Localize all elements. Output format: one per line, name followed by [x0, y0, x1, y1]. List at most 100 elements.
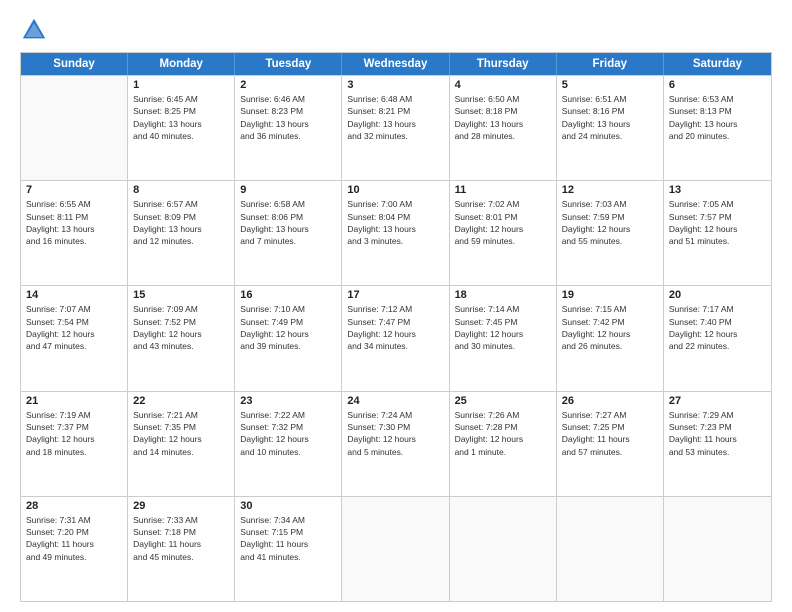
- day-info: Sunrise: 6:45 AM Sunset: 8:25 PM Dayligh…: [133, 93, 229, 142]
- day-number: 21: [26, 395, 122, 407]
- cal-cell: 1 Sunrise: 6:45 AM Sunset: 8:25 PM Daylig…: [128, 76, 235, 180]
- cal-cell: 6Sunrise: 6:53 AM Sunset: 8:13 PM Daylig…: [664, 76, 771, 180]
- day-info: Sunrise: 6:46 AM Sunset: 8:23 PM Dayligh…: [240, 93, 336, 142]
- day-number: 25: [455, 395, 551, 407]
- calendar-header: SundayMondayTuesdayWednesdayThursdayFrid…: [21, 53, 771, 75]
- day-info: Sunrise: 7:07 AM Sunset: 7:54 PM Dayligh…: [26, 303, 122, 352]
- cal-cell: 5 Sunrise: 6:51 AM Sunset: 8:16 PM Daylig…: [557, 76, 664, 180]
- day-number: 13: [669, 184, 766, 196]
- day-info: Sunrise: 6:57 AM Sunset: 8:09 PM Dayligh…: [133, 198, 229, 247]
- day-number: 29: [133, 500, 229, 512]
- day-info: Sunrise: 7:03 AM Sunset: 7:59 PM Dayligh…: [562, 198, 658, 247]
- day-info: Sunrise: 7:12 AM Sunset: 7:47 PM Dayligh…: [347, 303, 443, 352]
- day-info: Sunrise: 7:26 AM Sunset: 7:28 PM Dayligh…: [455, 409, 551, 458]
- day-info: Sunrise: 6:55 AM Sunset: 8:11 PM Dayligh…: [26, 198, 122, 247]
- cal-cell: [342, 497, 449, 601]
- day-info: Sunrise: 7:22 AM Sunset: 7:32 PM Dayligh…: [240, 409, 336, 458]
- week-row-3: 14 Sunrise: 7:07 AM Sunset: 7:54 PM Dayli…: [21, 285, 771, 390]
- day-info: Sunrise: 7:24 AM Sunset: 7:30 PM Dayligh…: [347, 409, 443, 458]
- day-info: Sunrise: 7:02 AM Sunset: 8:01 PM Dayligh…: [455, 198, 551, 247]
- day-number: 14: [26, 289, 122, 301]
- day-number: 1: [133, 79, 229, 91]
- cal-cell: [557, 497, 664, 601]
- day-info: Sunrise: 7:15 AM Sunset: 7:42 PM Dayligh…: [562, 303, 658, 352]
- day-number: 11: [455, 184, 551, 196]
- day-number: 26: [562, 395, 658, 407]
- cal-cell: [450, 497, 557, 601]
- day-info: Sunrise: 7:31 AM Sunset: 7:20 PM Dayligh…: [26, 514, 122, 563]
- week-row-1: 1 Sunrise: 6:45 AM Sunset: 8:25 PM Daylig…: [21, 75, 771, 180]
- day-number: 6: [669, 79, 766, 91]
- header: [20, 16, 772, 44]
- day-number: 3: [347, 79, 443, 91]
- day-number: 8: [133, 184, 229, 196]
- cal-cell: 17 Sunrise: 7:12 AM Sunset: 7:47 PM Dayli…: [342, 286, 449, 390]
- cal-cell: 29 Sunrise: 7:33 AM Sunset: 7:18 PM Dayli…: [128, 497, 235, 601]
- logo: [20, 16, 52, 44]
- header-cell-thursday: Thursday: [450, 53, 557, 75]
- day-number: 28: [26, 500, 122, 512]
- cal-cell: 30 Sunrise: 7:34 AM Sunset: 7:15 PM Dayli…: [235, 497, 342, 601]
- calendar-body: 1 Sunrise: 6:45 AM Sunset: 8:25 PM Daylig…: [21, 75, 771, 601]
- cal-cell: [21, 76, 128, 180]
- day-info: Sunrise: 7:34 AM Sunset: 7:15 PM Dayligh…: [240, 514, 336, 563]
- header-cell-wednesday: Wednesday: [342, 53, 449, 75]
- cal-cell: 22Sunrise: 7:21 AM Sunset: 7:35 PM Dayli…: [128, 392, 235, 496]
- day-number: 7: [26, 184, 122, 196]
- day-number: 4: [455, 79, 551, 91]
- cal-cell: 28 Sunrise: 7:31 AM Sunset: 7:20 PM Dayli…: [21, 497, 128, 601]
- page: SundayMondayTuesdayWednesdayThursdayFrid…: [0, 0, 792, 612]
- header-cell-saturday: Saturday: [664, 53, 771, 75]
- day-number: 30: [240, 500, 336, 512]
- cal-cell: 11 Sunrise: 7:02 AM Sunset: 8:01 PM Dayli…: [450, 181, 557, 285]
- cal-cell: 2 Sunrise: 6:46 AM Sunset: 8:23 PM Daylig…: [235, 76, 342, 180]
- day-info: Sunrise: 7:14 AM Sunset: 7:45 PM Dayligh…: [455, 303, 551, 352]
- cal-cell: 16Sunrise: 7:10 AM Sunset: 7:49 PM Dayli…: [235, 286, 342, 390]
- cal-cell: 9 Sunrise: 6:58 AM Sunset: 8:06 PM Daylig…: [235, 181, 342, 285]
- day-info: Sunrise: 7:33 AM Sunset: 7:18 PM Dayligh…: [133, 514, 229, 563]
- cal-cell: 19 Sunrise: 7:15 AM Sunset: 7:42 PM Dayli…: [557, 286, 664, 390]
- day-number: 24: [347, 395, 443, 407]
- day-number: 23: [240, 395, 336, 407]
- cal-cell: 20Sunrise: 7:17 AM Sunset: 7:40 PM Dayli…: [664, 286, 771, 390]
- cal-cell: 7 Sunrise: 6:55 AM Sunset: 8:11 PM Daylig…: [21, 181, 128, 285]
- day-number: 18: [455, 289, 551, 301]
- day-info: Sunrise: 6:58 AM Sunset: 8:06 PM Dayligh…: [240, 198, 336, 247]
- cal-cell: 25 Sunrise: 7:26 AM Sunset: 7:28 PM Dayli…: [450, 392, 557, 496]
- cal-cell: 4 Sunrise: 6:50 AM Sunset: 8:18 PM Daylig…: [450, 76, 557, 180]
- day-info: Sunrise: 7:00 AM Sunset: 8:04 PM Dayligh…: [347, 198, 443, 247]
- cal-cell: [664, 497, 771, 601]
- day-number: 17: [347, 289, 443, 301]
- day-number: 27: [669, 395, 766, 407]
- day-info: Sunrise: 7:05 AM Sunset: 7:57 PM Dayligh…: [669, 198, 766, 247]
- day-number: 19: [562, 289, 658, 301]
- cal-cell: 18 Sunrise: 7:14 AM Sunset: 7:45 PM Dayli…: [450, 286, 557, 390]
- cal-cell: 24 Sunrise: 7:24 AM Sunset: 7:30 PM Dayli…: [342, 392, 449, 496]
- cal-cell: 21 Sunrise: 7:19 AM Sunset: 7:37 PM Dayli…: [21, 392, 128, 496]
- day-number: 16: [240, 289, 336, 301]
- cal-cell: 15Sunrise: 7:09 AM Sunset: 7:52 PM Dayli…: [128, 286, 235, 390]
- cal-cell: 23 Sunrise: 7:22 AM Sunset: 7:32 PM Dayli…: [235, 392, 342, 496]
- day-info: Sunrise: 6:50 AM Sunset: 8:18 PM Dayligh…: [455, 93, 551, 142]
- cal-cell: 13 Sunrise: 7:05 AM Sunset: 7:57 PM Dayli…: [664, 181, 771, 285]
- cal-cell: 26Sunrise: 7:27 AM Sunset: 7:25 PM Dayli…: [557, 392, 664, 496]
- logo-icon: [20, 16, 48, 44]
- week-row-4: 21 Sunrise: 7:19 AM Sunset: 7:37 PM Dayli…: [21, 391, 771, 496]
- week-row-2: 7 Sunrise: 6:55 AM Sunset: 8:11 PM Daylig…: [21, 180, 771, 285]
- cal-cell: 8 Sunrise: 6:57 AM Sunset: 8:09 PM Daylig…: [128, 181, 235, 285]
- day-number: 10: [347, 184, 443, 196]
- day-number: 15: [133, 289, 229, 301]
- day-number: 5: [562, 79, 658, 91]
- cal-cell: 14 Sunrise: 7:07 AM Sunset: 7:54 PM Dayli…: [21, 286, 128, 390]
- day-info: Sunrise: 6:48 AM Sunset: 8:21 PM Dayligh…: [347, 93, 443, 142]
- day-info: Sunrise: 7:19 AM Sunset: 7:37 PM Dayligh…: [26, 409, 122, 458]
- header-cell-sunday: Sunday: [21, 53, 128, 75]
- day-number: 9: [240, 184, 336, 196]
- day-number: 2: [240, 79, 336, 91]
- header-cell-friday: Friday: [557, 53, 664, 75]
- day-number: 12: [562, 184, 658, 196]
- header-cell-tuesday: Tuesday: [235, 53, 342, 75]
- day-info: Sunrise: 6:51 AM Sunset: 8:16 PM Dayligh…: [562, 93, 658, 142]
- cal-cell: 3 Sunrise: 6:48 AM Sunset: 8:21 PM Daylig…: [342, 76, 449, 180]
- calendar: SundayMondayTuesdayWednesdayThursdayFrid…: [20, 52, 772, 602]
